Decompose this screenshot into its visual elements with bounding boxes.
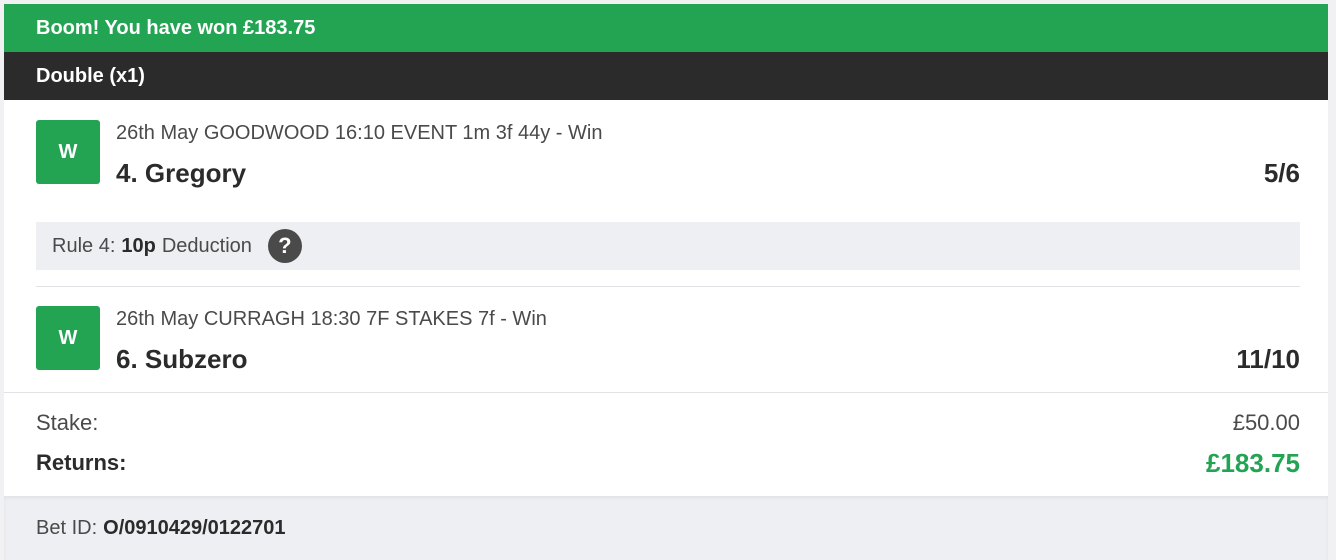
runner-name: 4. Gregory bbox=[116, 158, 247, 188]
win-result-badge: W bbox=[36, 306, 100, 370]
returns-value: £183.75 bbox=[1206, 448, 1300, 478]
bet-type-header: Double (x1) bbox=[4, 52, 1328, 100]
bet-id-value: O/0910429/0122701 bbox=[103, 516, 286, 539]
event-description: 26th May GOODWOOD 16:10 EVENT 1m 3f 44y … bbox=[116, 122, 603, 144]
win-banner-text: Boom! You have won £183.75 bbox=[36, 16, 316, 39]
win-banner: Boom! You have won £183.75 bbox=[4, 4, 1328, 52]
selection-odds: 11/10 bbox=[1236, 344, 1300, 374]
summary-divider bbox=[4, 392, 1328, 393]
rule4-suffix: Deduction bbox=[161, 234, 252, 257]
rule4-deduction-bar: Rule 4: 10p Deduction ? bbox=[36, 222, 1300, 270]
win-result-badge: W bbox=[36, 120, 100, 184]
bet-id-footer: Bet ID: O/0910429/0122701 bbox=[4, 496, 1328, 560]
returns-label: Returns: bbox=[36, 450, 127, 475]
event-description: 26th May CURRAGH 18:30 7F STAKES 7f - Wi… bbox=[116, 308, 547, 330]
selection-row: W 26th May CURRAGH 18:30 7F STAKES 7f - … bbox=[36, 306, 1300, 376]
rule4-deduction-amount: 10p bbox=[121, 234, 156, 257]
bet-type-label: Double (x1) bbox=[36, 64, 145, 87]
selection-odds: 5/6 bbox=[1263, 158, 1300, 188]
stake-value: £50.00 bbox=[1232, 410, 1300, 435]
rule4-label: Rule 4: bbox=[52, 234, 116, 257]
returns-row: Returns: £183.75 bbox=[36, 448, 1300, 480]
help-icon[interactable]: ? bbox=[267, 229, 302, 263]
runner-name: 6. Subzero bbox=[116, 344, 248, 374]
stake-label: Stake: bbox=[36, 410, 99, 435]
stake-row: Stake: £50.00 bbox=[36, 410, 1300, 440]
bet-receipt-card: Boom! You have won £183.75 Double (x1) W… bbox=[4, 4, 1328, 560]
selection-divider bbox=[36, 286, 1300, 287]
selection-row: W 26th May GOODWOOD 16:10 EVENT 1m 3f 44… bbox=[36, 120, 1300, 190]
bet-id-label: Bet ID: bbox=[36, 516, 98, 539]
